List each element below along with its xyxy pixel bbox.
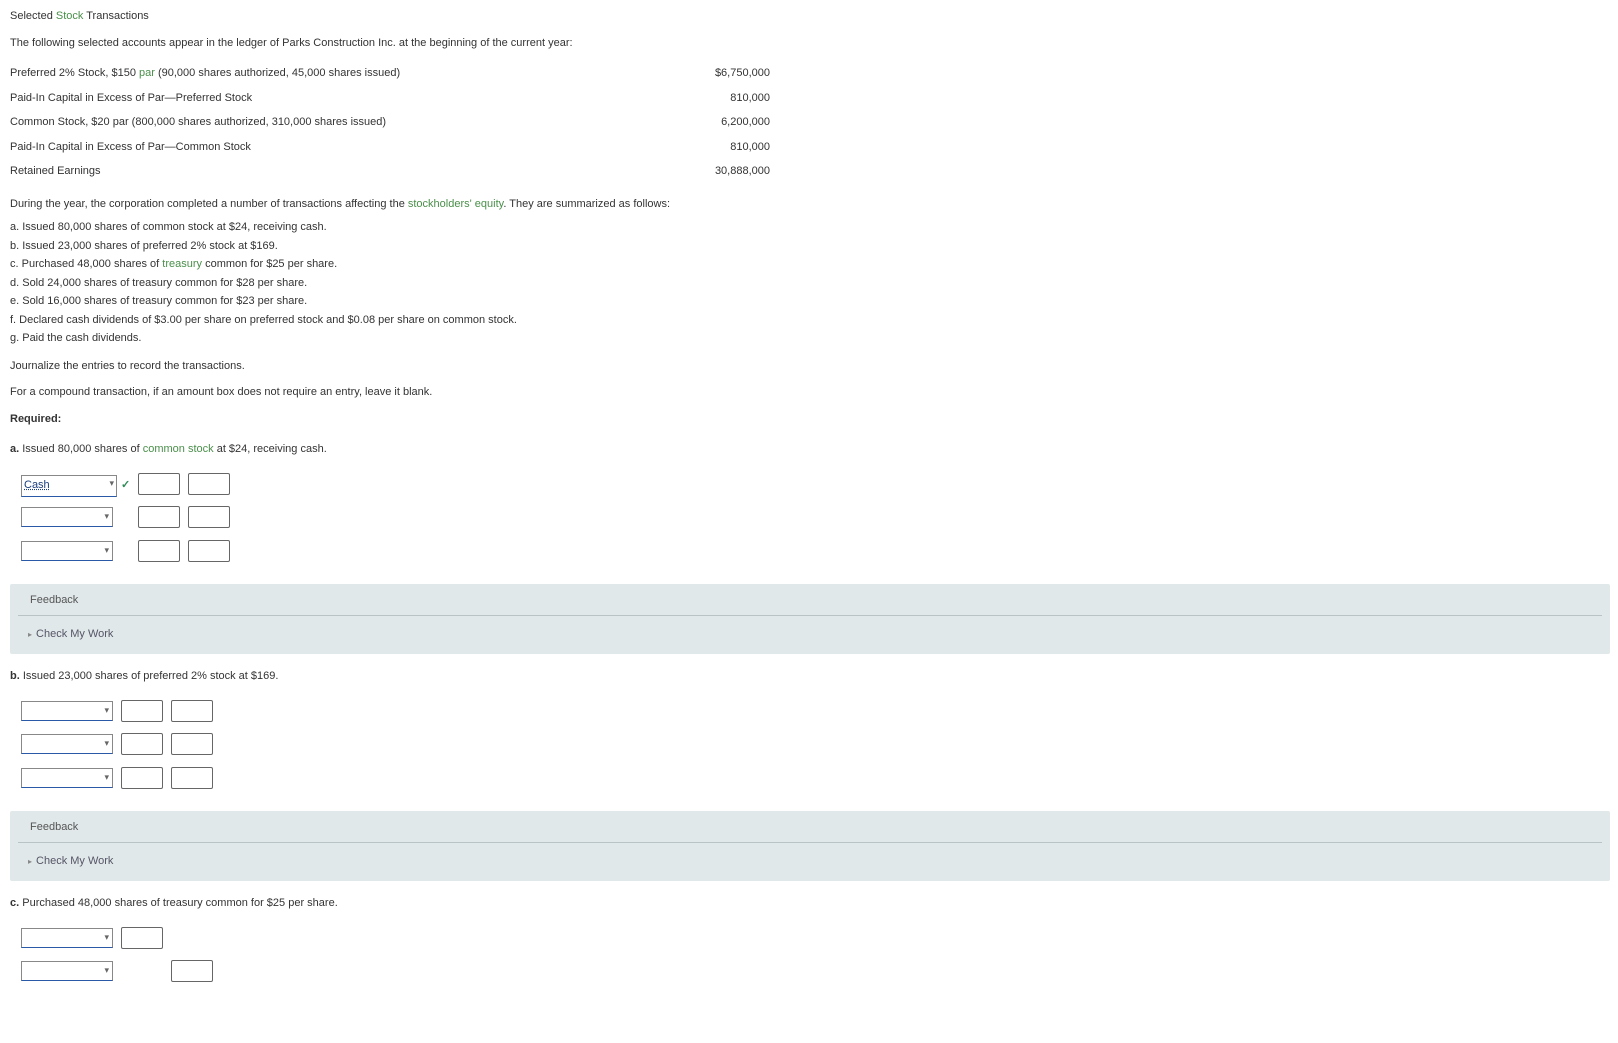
- triangle-icon: ▸: [28, 630, 36, 639]
- feedback-header: Feedback: [18, 811, 1602, 843]
- title-post: Transactions: [83, 10, 148, 22]
- account-select-cash[interactable]: Cash▾: [21, 475, 117, 497]
- journalize-text: Journalize the entries to record the tra…: [10, 358, 1610, 375]
- chevron-down-icon: ▾: [104, 929, 112, 945]
- debit-input[interactable]: [138, 540, 180, 562]
- chevron-down-icon: ▾: [105, 477, 114, 491]
- ledger-amount: 810,000: [650, 86, 780, 111]
- ledger-acct: Retained Earnings: [10, 159, 650, 184]
- credit-input[interactable]: [171, 700, 213, 722]
- list-item: d. Sold 24,000 shares of treasury common…: [10, 274, 1610, 293]
- required-label: Required:: [10, 411, 1610, 428]
- during-text: During the year, the corporation complet…: [10, 196, 1610, 213]
- during-pre: During the year, the corporation complet…: [10, 198, 408, 210]
- debit-input[interactable]: [121, 733, 163, 755]
- credit-input[interactable]: [188, 540, 230, 562]
- ledger-acct: Paid-In Capital in Excess of Par—Common …: [10, 135, 650, 160]
- account-select[interactable]: ▾: [21, 961, 113, 981]
- credit-input[interactable]: [188, 506, 230, 528]
- feedback-header: Feedback: [18, 584, 1602, 616]
- chevron-down-icon: ▾: [104, 769, 112, 785]
- debit-input[interactable]: [121, 700, 163, 722]
- ledger-acct: Paid-In Capital in Excess of Par—Preferr…: [10, 86, 650, 111]
- ledger-acct: Common Stock, $20 par (800,000 shares au…: [10, 110, 650, 135]
- account-select[interactable]: ▾: [21, 928, 113, 948]
- during-post: . They are summarized as follows:: [503, 198, 670, 210]
- par-link[interactable]: par: [139, 67, 155, 79]
- table-row: Paid-In Capital in Excess of Par—Preferr…: [10, 86, 780, 111]
- account-select[interactable]: ▾: [21, 507, 113, 527]
- section-b-label: b.: [10, 670, 20, 682]
- chevron-down-icon: ▾: [104, 702, 112, 718]
- list-item: a. Issued 80,000 shares of common stock …: [10, 218, 1610, 237]
- table-row: Retained Earnings 30,888,000: [10, 159, 780, 184]
- compound-text: For a compound transaction, if an amount…: [10, 384, 1610, 401]
- ledger-amount: 810,000: [650, 135, 780, 160]
- triangle-icon: ▸: [28, 857, 36, 866]
- account-select[interactable]: ▾: [21, 701, 113, 721]
- stockholders-equity-link[interactable]: stockholders' equity: [408, 198, 503, 210]
- section-a: a. Issued 80,000 shares of common stock …: [10, 441, 1610, 654]
- transaction-list: a. Issued 80,000 shares of common stock …: [10, 218, 1610, 348]
- section-b-prompt: b. Issued 23,000 shares of preferred 2% …: [10, 668, 1610, 685]
- entry-table-b: ▾ ▾ ▾: [14, 695, 220, 800]
- ledger-acct-post: (90,000 shares authorized, 45,000 shares…: [155, 67, 400, 79]
- table-row: Common Stock, $20 par (800,000 shares au…: [10, 110, 780, 135]
- entry-table-a: Cash▾✓ ▾ ▾: [14, 468, 237, 573]
- intro-text: The following selected accounts appear i…: [10, 35, 1610, 52]
- debit-input[interactable]: [121, 927, 163, 949]
- ledger-table: Preferred 2% Stock, $150 par (90,000 sha…: [10, 61, 780, 184]
- treasury-link[interactable]: treasury: [162, 258, 202, 270]
- chevron-down-icon: ▾: [104, 542, 112, 558]
- check-my-work-button[interactable]: ▸Check My Work: [10, 616, 1610, 643]
- credit-input[interactable]: [171, 767, 213, 789]
- title-key: Stock: [56, 10, 84, 22]
- chevron-down-icon: ▾: [104, 962, 112, 978]
- common-stock-link[interactable]: common stock: [143, 443, 214, 455]
- check-my-work-button[interactable]: ▸Check My Work: [10, 843, 1610, 870]
- credit-input[interactable]: [171, 733, 213, 755]
- title-pre: Selected: [10, 10, 56, 22]
- feedback-box-a: Feedback ▸Check My Work: [10, 584, 1610, 654]
- ledger-amount: 30,888,000: [650, 159, 780, 184]
- ledger-amount: $6,750,000: [650, 61, 780, 86]
- page-title: Selected Stock Transactions: [10, 8, 1610, 25]
- section-a-label: a.: [10, 443, 19, 455]
- list-item: e. Sold 16,000 shares of treasury common…: [10, 292, 1610, 311]
- ledger-amount: 6,200,000: [650, 110, 780, 135]
- table-row: Paid-In Capital in Excess of Par—Common …: [10, 135, 780, 160]
- chevron-down-icon: ▾: [104, 735, 112, 751]
- decorative-paren: ): [0, 205, 1, 238]
- debit-input[interactable]: [121, 767, 163, 789]
- feedback-box-b: Feedback ▸Check My Work: [10, 811, 1610, 881]
- credit-input[interactable]: [171, 960, 213, 982]
- section-b: b. Issued 23,000 shares of preferred 2% …: [10, 668, 1610, 881]
- section-c-prompt: c. Purchased 48,000 shares of treasury c…: [10, 895, 1610, 912]
- ledger-acct: Preferred 2% Stock, $150: [10, 67, 139, 79]
- section-c: c. Purchased 48,000 shares of treasury c…: [10, 895, 1610, 993]
- section-c-label: c.: [10, 897, 19, 909]
- account-select[interactable]: ▾: [21, 768, 113, 788]
- chevron-down-icon: ▾: [104, 508, 112, 524]
- list-item: g. Paid the cash dividends.: [10, 329, 1610, 348]
- credit-input[interactable]: [188, 473, 230, 495]
- debit-input[interactable]: [138, 506, 180, 528]
- account-select[interactable]: ▾: [21, 541, 113, 561]
- check-icon: ✓: [117, 479, 130, 491]
- list-item: f. Declared cash dividends of $3.00 per …: [10, 311, 1610, 330]
- entry-table-c: ▾ ▾: [14, 922, 220, 993]
- debit-input[interactable]: [138, 473, 180, 495]
- list-item: b. Issued 23,000 shares of preferred 2% …: [10, 237, 1610, 256]
- table-row: Preferred 2% Stock, $150 par (90,000 sha…: [10, 61, 780, 86]
- account-select[interactable]: ▾: [21, 734, 113, 754]
- section-a-prompt: a. Issued 80,000 shares of common stock …: [10, 441, 1610, 458]
- list-item: c. Purchased 48,000 shares of treasury c…: [10, 255, 1610, 274]
